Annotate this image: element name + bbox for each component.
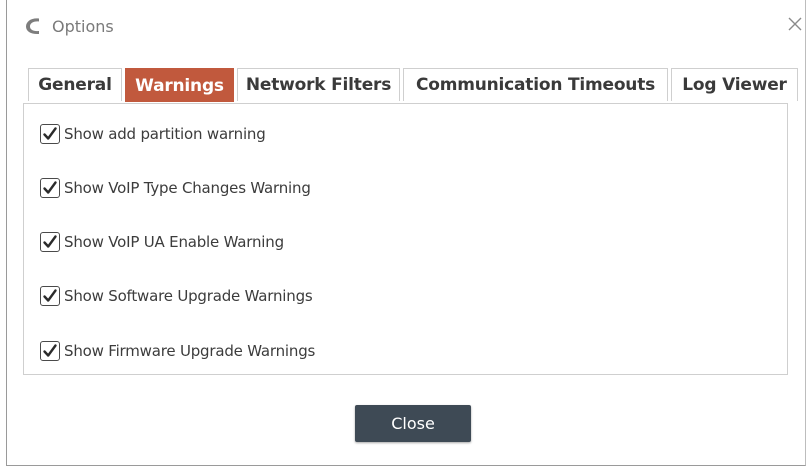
option-show-voip-ua-enable-warning[interactable]: Show VoIP UA Enable Warning xyxy=(40,231,284,253)
checkbox[interactable] xyxy=(40,178,60,198)
checkmark-icon xyxy=(43,181,57,194)
option-show-software-upgrade-warnings[interactable]: Show Software Upgrade Warnings xyxy=(40,285,313,307)
options-dialog: Options General Warnings Network Filters… xyxy=(6,0,806,466)
app-logo-icon xyxy=(26,18,39,35)
option-label: Show VoIP Type Changes Warning xyxy=(64,179,311,197)
tab-communication-timeouts[interactable]: Communication Timeouts xyxy=(403,68,668,101)
checkbox[interactable] xyxy=(40,341,60,361)
option-label: Show VoIP UA Enable Warning xyxy=(64,233,284,251)
tab-warnings[interactable]: Warnings xyxy=(125,68,234,102)
checkmark-icon xyxy=(43,127,57,140)
checkbox[interactable] xyxy=(40,232,60,252)
checkmark-icon xyxy=(43,289,57,302)
close-icon[interactable] xyxy=(787,16,803,32)
window-title: Options xyxy=(52,17,114,36)
checkbox[interactable] xyxy=(40,124,60,144)
option-label: Show Software Upgrade Warnings xyxy=(64,287,313,305)
tab-network-filters[interactable]: Network Filters xyxy=(237,68,400,101)
tab-general[interactable]: General xyxy=(28,68,122,101)
close-button[interactable]: Close xyxy=(355,405,471,442)
checkmark-icon xyxy=(43,235,57,248)
option-show-voip-type-changes-warning[interactable]: Show VoIP Type Changes Warning xyxy=(40,177,311,199)
tab-log-viewer[interactable]: Log Viewer xyxy=(671,68,798,101)
option-label: Show add partition warning xyxy=(64,125,266,143)
warnings-panel: Show add partition warning Show VoIP Typ… xyxy=(23,103,788,375)
option-show-firmware-upgrade-warnings[interactable]: Show Firmware Upgrade Warnings xyxy=(40,340,315,362)
checkmark-icon xyxy=(43,344,57,357)
option-label: Show Firmware Upgrade Warnings xyxy=(64,342,316,360)
checkbox[interactable] xyxy=(40,286,60,306)
option-show-add-partition-warning[interactable]: Show add partition warning xyxy=(40,123,266,145)
